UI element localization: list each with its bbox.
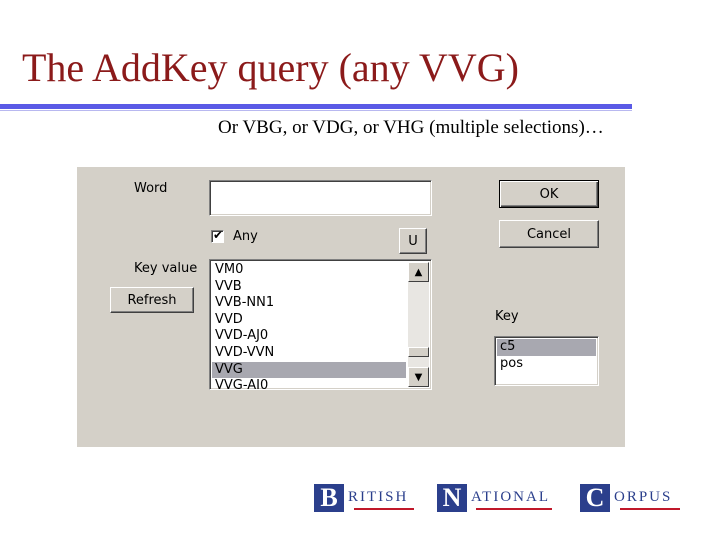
addkey-dialog: Word ✔ Any U Key value Refresh VM0 VVB VVB…: [77, 167, 625, 447]
scroll-down-button[interactable]: ▼: [408, 367, 429, 387]
title-rule-shadow: [0, 110, 632, 111]
key-value-items: VM0 VVB VVB-NN1 VVD VVD-AJ0 VVD-VVN VVG VVG-AJ0: [212, 262, 406, 389]
list-item[interactable]: VVD: [212, 312, 406, 329]
chevron-up-icon: ▲: [414, 266, 423, 278]
key-value-scrollbar[interactable]: ▲ ▼: [408, 262, 429, 387]
list-item[interactable]: c5: [497, 339, 596, 356]
list-item[interactable]: VVG-AJ0: [212, 378, 406, 389]
u-button[interactable]: U: [399, 228, 427, 254]
any-label: Any: [233, 229, 258, 244]
refresh-button[interactable]: Refresh: [110, 287, 194, 313]
logo-n: N: [437, 483, 467, 512]
ok-button[interactable]: OK: [499, 180, 599, 208]
title-rule: [0, 104, 632, 109]
any-checkbox[interactable]: ✔: [211, 228, 224, 243]
chevron-down-icon: ▼: [414, 371, 423, 383]
scroll-up-button[interactable]: ▲: [408, 262, 429, 282]
key-listbox[interactable]: c5 pos: [494, 336, 599, 386]
key-label: Key: [495, 309, 519, 324]
logo-national: ATIONAL: [471, 489, 550, 505]
key-items: c5 pos: [497, 339, 596, 372]
slide-title: The AddKey query (any VVG): [22, 45, 519, 90]
word-input[interactable]: [209, 180, 432, 216]
logo-british: RITISH: [348, 489, 409, 505]
list-item[interactable]: VVD-AJ0: [212, 328, 406, 345]
logo-underline-national: [476, 508, 552, 510]
key-value-listbox[interactable]: VM0 VVB VVB-NN1 VVD VVD-AJ0 VVD-VVN VVG VVG-AJ0…: [209, 259, 432, 390]
logo-c: C: [580, 483, 610, 512]
logo-b: B: [314, 483, 344, 512]
cancel-button[interactable]: Cancel: [499, 220, 599, 248]
slide-subtitle: Or VBG, or VDG, or VHG (multiple selecti…: [218, 117, 604, 138]
word-label: Word: [134, 181, 168, 196]
list-item[interactable]: VVG: [212, 361, 406, 379]
list-item[interactable]: VVB: [212, 279, 406, 296]
list-item[interactable]: pos: [497, 356, 596, 373]
logo-corpus: ORPUS: [614, 489, 673, 505]
list-item[interactable]: VM0: [212, 262, 406, 279]
scroll-thumb[interactable]: [408, 347, 429, 357]
logo-underline-british: [354, 508, 414, 510]
list-item[interactable]: VVD-VVN: [212, 345, 406, 362]
key-value-label: Key value: [134, 261, 198, 276]
check-mark-icon: ✔: [213, 228, 224, 242]
logo-underline-corpus: [620, 508, 680, 510]
list-item[interactable]: VVB-NN1: [212, 295, 406, 312]
